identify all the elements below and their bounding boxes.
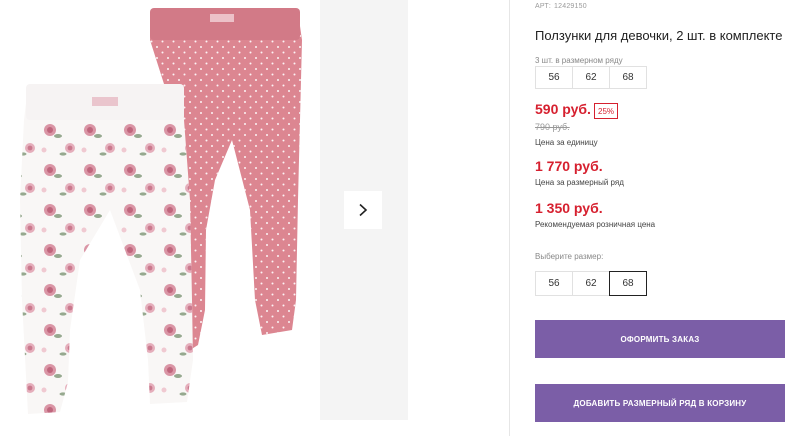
sku-label: АРТ: bbox=[535, 3, 552, 10]
set-price-caption: Цена за размерный ряд bbox=[535, 178, 624, 187]
size-set: 56 62 68 bbox=[535, 66, 647, 89]
next-image-button[interactable] bbox=[344, 191, 382, 229]
product-illustration bbox=[20, 8, 302, 414]
rrp-price: 1 350 руб. bbox=[535, 200, 603, 216]
size-option-56[interactable]: 56 bbox=[535, 271, 573, 296]
set-price: 1 770 руб. bbox=[535, 158, 603, 174]
white-floral-pants bbox=[20, 84, 193, 414]
size-set-label: 3 шт. в размерном ряду bbox=[535, 56, 623, 65]
sku: АРТ: 12429150 bbox=[535, 3, 587, 10]
size-choice-label: Выберите размер: bbox=[535, 252, 604, 261]
checkout-button[interactable]: ОФОРМИТЬ ЗАКАЗ bbox=[535, 320, 785, 358]
discount-badge: 25% bbox=[594, 103, 619, 119]
rrp-price-caption: Рекомендуемая розничная цена bbox=[535, 220, 656, 229]
size-set-item: 62 bbox=[572, 66, 610, 89]
divider bbox=[509, 0, 510, 436]
size-option-62[interactable]: 62 bbox=[572, 271, 610, 296]
size-set-item: 68 bbox=[609, 66, 647, 89]
size-set-item: 56 bbox=[535, 66, 573, 89]
chevron-right-icon bbox=[359, 203, 368, 217]
unit-price-caption: Цена за единицу bbox=[535, 138, 598, 147]
product-title: Ползунки для девочки, 2 шт. в комплекте bbox=[535, 28, 783, 43]
size-option-68[interactable]: 68 bbox=[609, 271, 647, 296]
unit-price: 590 руб. bbox=[535, 101, 591, 117]
old-price: 790 руб. bbox=[535, 122, 570, 132]
size-selector: 56 62 68 bbox=[535, 271, 647, 296]
sku-value: 12429150 bbox=[554, 3, 587, 10]
add-size-set-to-cart-button[interactable]: ДОБАВИТЬ РАЗМЕРНЫЙ РЯД В КОРЗИНУ bbox=[535, 384, 785, 422]
product-image bbox=[0, 0, 320, 420]
